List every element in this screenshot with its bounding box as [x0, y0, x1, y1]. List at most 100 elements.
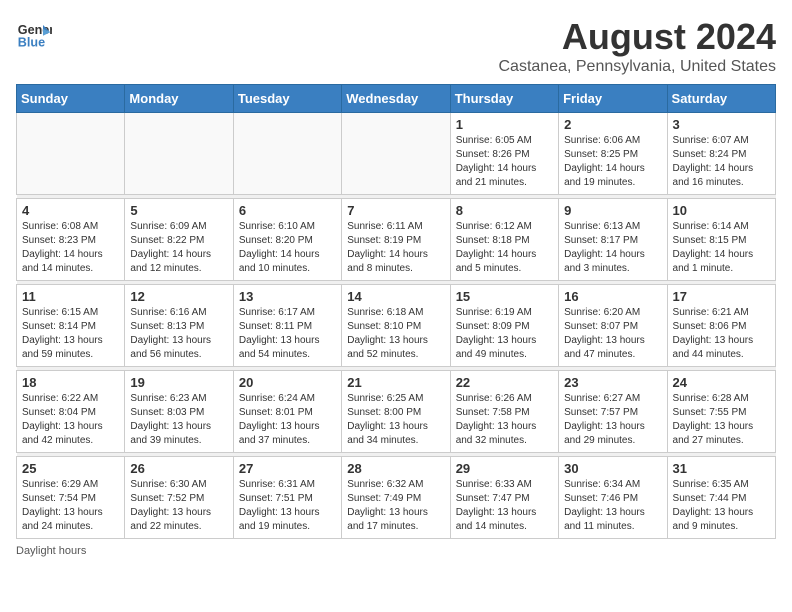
calendar-cell: 15 Sunrise: 6:19 AM Sunset: 8:09 PM Dayli… — [450, 285, 558, 367]
calendar-cell: 22Sunrise: 6:26 AM Sunset: 7:58 PM Dayli… — [450, 371, 558, 453]
day-number: 8 — [456, 203, 553, 218]
calendar-cell: 10 Sunrise: 6:14 AM Sunset: 8:15 PM Dayli… — [667, 199, 775, 281]
day-number: 19 — [130, 375, 227, 390]
calendar-table: SundayMondayTuesdayWednesdayThursdayFrid… — [16, 84, 776, 539]
calendar-cell: 3Sunrise: 6:07 AM Sunset: 8:24 PM Daylig… — [667, 113, 775, 195]
day-info: Sunrise: 6:10 AM Sunset: 8:20 PM Dayligh… — [239, 220, 336, 276]
page-header: General Blue General Blue August 2024 Ca… — [16, 16, 776, 76]
day-number: 13 — [239, 289, 336, 304]
day-number: 26 — [130, 461, 227, 476]
calendar-cell: 29Sunrise: 6:33 AM Sunset: 7:47 PM Dayli… — [450, 457, 558, 539]
day-info: Sunrise: 6:06 AM Sunset: 8:25 PM Dayligh… — [564, 134, 661, 190]
footer-label: Daylight hours — [16, 545, 776, 557]
day-number: 25 — [22, 461, 119, 476]
day-info: Sunrise: 6:09 AM Sunset: 8:22 PM Dayligh… — [130, 220, 227, 276]
calendar-cell: 24 Sunrise: 6:28 AM Sunset: 7:55 PM Dayli… — [667, 371, 775, 453]
day-info: Sunrise: 6:32 AM Sunset: 7:49 PM Dayligh… — [347, 478, 444, 534]
calendar-week-row: 11Sunrise: 6:15 AM Sunset: 8:14 PM Dayli… — [17, 285, 776, 367]
page-title: August 2024 — [499, 16, 777, 58]
day-info: Sunrise: 6:05 AM Sunset: 8:26 PM Dayligh… — [456, 134, 553, 190]
calendar-cell: 5 Sunrise: 6:09 AM Sunset: 8:22 PM Daylig… — [125, 199, 233, 281]
day-info: Sunrise: 6:23 AM Sunset: 8:03 PM Dayligh… — [130, 392, 227, 448]
calendar-week-row: 4 Sunrise: 6:08 AM Sunset: 8:23 PM Daylig… — [17, 199, 776, 281]
calendar-cell: 4 Sunrise: 6:08 AM Sunset: 8:23 PM Daylig… — [17, 199, 125, 281]
day-info: Sunrise: 6:29 AM Sunset: 7:54 PM Dayligh… — [22, 478, 119, 534]
calendar-cell: 27 Sunrise: 6:31 AM Sunset: 7:51 PM Dayli… — [233, 457, 341, 539]
day-info: Sunrise: 6:14 AM Sunset: 8:15 PM Dayligh… — [673, 220, 770, 276]
calendar-cell: 19 Sunrise: 6:23 AM Sunset: 8:03 PM Dayli… — [125, 371, 233, 453]
day-number: 27 — [239, 461, 336, 476]
day-number: 21 — [347, 375, 444, 390]
day-info: Sunrise: 6:22 AM Sunset: 8:04 PM Dayligh… — [22, 392, 119, 448]
calendar-cell: 16Sunrise: 6:20 AM Sunset: 8:07 PM Dayli… — [559, 285, 667, 367]
calendar-cell: 8Sunrise: 6:12 AM Sunset: 8:18 PM Daylig… — [450, 199, 558, 281]
calendar-cell: 7Sunrise: 6:11 AM Sunset: 8:19 PM Daylig… — [342, 199, 450, 281]
day-info: Sunrise: 6:18 AM Sunset: 8:10 PM Dayligh… — [347, 306, 444, 362]
day-info: Sunrise: 6:27 AM Sunset: 7:57 PM Dayligh… — [564, 392, 661, 448]
day-info: Sunrise: 6:25 AM Sunset: 8:00 PM Dayligh… — [347, 392, 444, 448]
calendar-cell: 21 Sunrise: 6:25 AM Sunset: 8:00 PM Dayli… — [342, 371, 450, 453]
day-number: 12 — [130, 289, 227, 304]
day-info: Sunrise: 6:33 AM Sunset: 7:47 PM Dayligh… — [456, 478, 553, 534]
day-info: Sunrise: 6:26 AM Sunset: 7:58 PM Dayligh… — [456, 392, 553, 448]
calendar-cell: 30Sunrise: 6:34 AM Sunset: 7:46 PM Dayli… — [559, 457, 667, 539]
calendar-cell: 17 Sunrise: 6:21 AM Sunset: 8:06 PM Dayli… — [667, 285, 775, 367]
calendar-week-row: 1 Sunrise: 6:05 AM Sunset: 8:26 PM Daylig… — [17, 113, 776, 195]
day-info: Sunrise: 6:19 AM Sunset: 8:09 PM Dayligh… — [456, 306, 553, 362]
day-info: Sunrise: 6:08 AM Sunset: 8:23 PM Dayligh… — [22, 220, 119, 276]
calendar-cell: 20 Sunrise: 6:24 AM Sunset: 8:01 PM Dayli… — [233, 371, 341, 453]
logo-icon: General Blue — [16, 16, 52, 52]
day-number: 24 — [673, 375, 770, 390]
calendar-cell — [233, 113, 341, 195]
calendar-cell: 9Sunrise: 6:13 AM Sunset: 8:17 PM Daylig… — [559, 199, 667, 281]
calendar-cell: 12 Sunrise: 6:16 AM Sunset: 8:13 PM Dayli… — [125, 285, 233, 367]
day-number: 20 — [239, 375, 336, 390]
day-number: 28 — [347, 461, 444, 476]
calendar-cell: 18 Sunrise: 6:22 AM Sunset: 8:04 PM Dayli… — [17, 371, 125, 453]
calendar-cell: 26Sunrise: 6:30 AM Sunset: 7:52 PM Dayli… — [125, 457, 233, 539]
day-number: 6 — [239, 203, 336, 218]
calendar-cell: 14 Sunrise: 6:18 AM Sunset: 8:10 PM Dayli… — [342, 285, 450, 367]
weekday-header: Sunday — [17, 85, 125, 113]
calendar-cell: 13 Sunrise: 6:17 AM Sunset: 8:11 PM Dayli… — [233, 285, 341, 367]
day-number: 14 — [347, 289, 444, 304]
svg-text:Blue: Blue — [18, 36, 45, 50]
calendar-cell: 28 Sunrise: 6:32 AM Sunset: 7:49 PM Dayli… — [342, 457, 450, 539]
calendar-week-row: 25 Sunrise: 6:29 AM Sunset: 7:54 PM Dayli… — [17, 457, 776, 539]
calendar-cell: 11Sunrise: 6:15 AM Sunset: 8:14 PM Dayli… — [17, 285, 125, 367]
day-number: 18 — [22, 375, 119, 390]
day-number: 1 — [456, 117, 553, 132]
day-info: Sunrise: 6:16 AM Sunset: 8:13 PM Dayligh… — [130, 306, 227, 362]
day-info: Sunrise: 6:28 AM Sunset: 7:55 PM Dayligh… — [673, 392, 770, 448]
day-info: Sunrise: 6:21 AM Sunset: 8:06 PM Dayligh… — [673, 306, 770, 362]
weekday-header: Monday — [125, 85, 233, 113]
day-number: 5 — [130, 203, 227, 218]
day-number: 10 — [673, 203, 770, 218]
day-number: 17 — [673, 289, 770, 304]
day-number: 9 — [564, 203, 661, 218]
day-number: 4 — [22, 203, 119, 218]
day-number: 7 — [347, 203, 444, 218]
calendar-cell: 31Sunrise: 6:35 AM Sunset: 7:44 PM Dayli… — [667, 457, 775, 539]
calendar-cell: 6 Sunrise: 6:10 AM Sunset: 8:20 PM Daylig… — [233, 199, 341, 281]
calendar-cell: 2Sunrise: 6:06 AM Sunset: 8:25 PM Daylig… — [559, 113, 667, 195]
day-info: Sunrise: 6:24 AM Sunset: 8:01 PM Dayligh… — [239, 392, 336, 448]
day-info: Sunrise: 6:17 AM Sunset: 8:11 PM Dayligh… — [239, 306, 336, 362]
weekday-header: Thursday — [450, 85, 558, 113]
weekday-header: Tuesday — [233, 85, 341, 113]
day-info: Sunrise: 6:15 AM Sunset: 8:14 PM Dayligh… — [22, 306, 119, 362]
day-number: 31 — [673, 461, 770, 476]
day-number: 30 — [564, 461, 661, 476]
day-number: 15 — [456, 289, 553, 304]
weekday-header: Friday — [559, 85, 667, 113]
calendar-week-row: 18 Sunrise: 6:22 AM Sunset: 8:04 PM Dayli… — [17, 371, 776, 453]
day-info: Sunrise: 6:31 AM Sunset: 7:51 PM Dayligh… — [239, 478, 336, 534]
title-block: August 2024 Castanea, Pennsylvania, Unit… — [499, 16, 777, 76]
page-subtitle: Castanea, Pennsylvania, United States — [499, 58, 777, 76]
day-number: 16 — [564, 289, 661, 304]
weekday-header: Wednesday — [342, 85, 450, 113]
calendar-cell — [125, 113, 233, 195]
day-info: Sunrise: 6:07 AM Sunset: 8:24 PM Dayligh… — [673, 134, 770, 190]
calendar-cell: 23Sunrise: 6:27 AM Sunset: 7:57 PM Dayli… — [559, 371, 667, 453]
calendar-cell: 25 Sunrise: 6:29 AM Sunset: 7:54 PM Dayli… — [17, 457, 125, 539]
